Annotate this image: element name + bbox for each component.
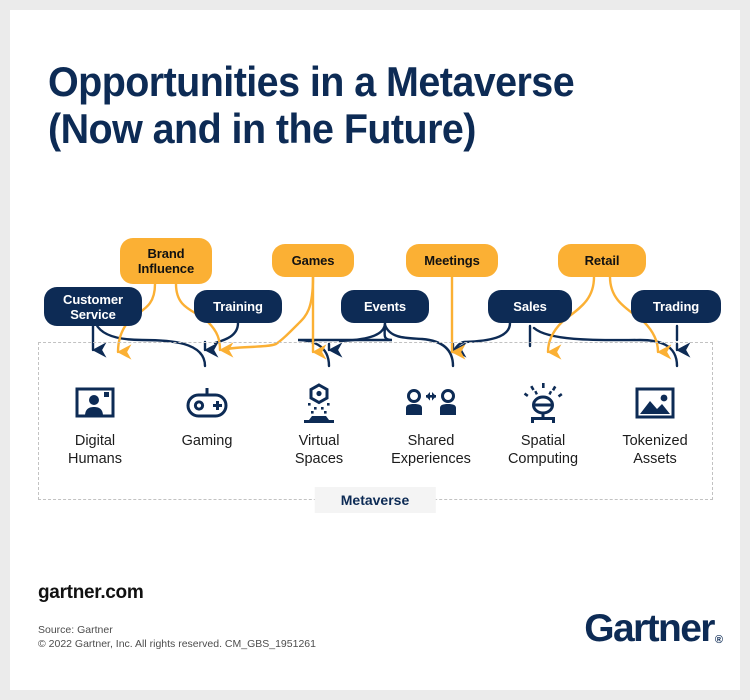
icon-caption: Spatial Computing [507,433,579,467]
icon-caption: Digital Humans [68,433,122,467]
icon-col-spatial-computing: Spatial Computing [483,382,603,468]
gartner-logo-text: Gartner [584,607,715,650]
source-note: Source: Gartner © 2022 Gartner, Inc. All… [38,624,316,650]
pill-meetings[interactable]: Meetings [406,244,498,277]
spatial-computing-icon [483,382,603,424]
pill-trading[interactable]: Trading [631,290,721,323]
virtual-spaces-icon [259,382,379,424]
metaverse-label: Metaverse [314,487,436,513]
icon-col-virtual-spaces: Virtual Spaces [259,382,379,468]
icon-caption: Shared Experiences [391,433,471,467]
pill-sales[interactable]: Sales [488,290,572,323]
icon-col-shared-experiences: Shared Experiences [371,382,491,468]
icon-caption: Virtual Spaces [294,433,344,467]
pill-games[interactable]: Games [272,244,354,277]
pill-customer-service[interactable]: Customer Service [44,287,142,326]
gaming-icon [147,382,267,424]
pill-brand-influence[interactable]: Brand Influence [120,238,212,284]
tokenized-assets-icon [595,382,715,424]
icon-col-tokenized-assets: Tokenized Assets [595,382,715,468]
gartner-site-link[interactable]: gartner.com [38,582,144,604]
registered-trademark-mark: ® [714,634,723,646]
infographic-card: Opportunities in a Metaverse (Now and in… [10,10,740,690]
gartner-logo: Gartner® [584,607,723,651]
digital-humans-icon [35,382,155,424]
pill-training[interactable]: Training [194,290,282,323]
icon-col-gaming: Gaming [147,382,267,450]
pill-events[interactable]: Events [341,290,429,323]
icon-caption: Tokenized Assets [622,433,688,467]
icon-col-digital-humans: Digital Humans [35,382,155,468]
shared-experiences-icon [371,382,491,424]
pill-retail[interactable]: Retail [558,244,646,277]
icon-caption: Gaming [181,433,233,449]
